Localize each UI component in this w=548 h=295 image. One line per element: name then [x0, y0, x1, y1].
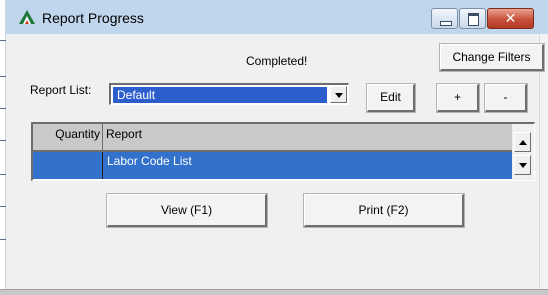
dropdown-arrow-button[interactable] [330, 86, 347, 103]
edit-button[interactable]: Edit [366, 83, 416, 113]
maximize-button[interactable] [459, 8, 486, 29]
grid-header: Quantity Report [33, 124, 513, 152]
arrow-up-icon [519, 140, 527, 145]
remove-label: - [503, 90, 508, 104]
add-label: + [453, 90, 461, 104]
change-filters-button[interactable]: Change Filters [439, 43, 545, 72]
chevron-down-icon [335, 93, 343, 98]
arrow-down-icon [519, 163, 527, 168]
quantity-cell[interactable] [33, 152, 103, 179]
report-cell[interactable]: Labor Code List [105, 152, 192, 179]
view-button[interactable]: View (F1) [106, 193, 268, 228]
report-list-dropdown[interactable]: Default [109, 83, 349, 105]
change-filters-label: Change Filters [452, 50, 531, 64]
report-list-selected-value: Default [113, 87, 327, 103]
minimize-button[interactable] [431, 8, 458, 29]
table-row[interactable]: Labor Code List [33, 152, 513, 179]
scroll-up-button[interactable] [514, 132, 531, 152]
view-label: View (F1) [160, 203, 213, 217]
report-progress-window: Report Progress ✕ Completed! Change Filt… [0, 0, 548, 295]
triangle-logo-icon [19, 10, 35, 24]
remove-report-button[interactable]: - [484, 83, 528, 113]
print-label: Print (F2) [358, 203, 409, 217]
scroll-down-button[interactable] [514, 155, 531, 175]
edit-label: Edit [380, 90, 401, 104]
close-icon: ✕ [504, 10, 517, 26]
print-button[interactable]: Print (F2) [303, 193, 465, 228]
report-grid[interactable]: Quantity Report Labor Code List [31, 122, 535, 181]
status-text: Completed! [246, 54, 308, 68]
add-report-button[interactable]: + [436, 83, 480, 113]
client-area: Completed! Change Filters Report List: D… [6, 34, 545, 290]
window-bottom-border [0, 289, 548, 295]
close-button[interactable]: ✕ [487, 8, 534, 29]
column-header-quantity[interactable]: Quantity [33, 124, 103, 150]
report-list-label: Report List: [30, 83, 92, 97]
title-bar[interactable]: Report Progress ✕ [6, 0, 548, 34]
column-header-report[interactable]: Report [104, 124, 504, 150]
vertical-scrollbar[interactable] [512, 124, 534, 180]
window-title: Report Progress [42, 10, 144, 26]
